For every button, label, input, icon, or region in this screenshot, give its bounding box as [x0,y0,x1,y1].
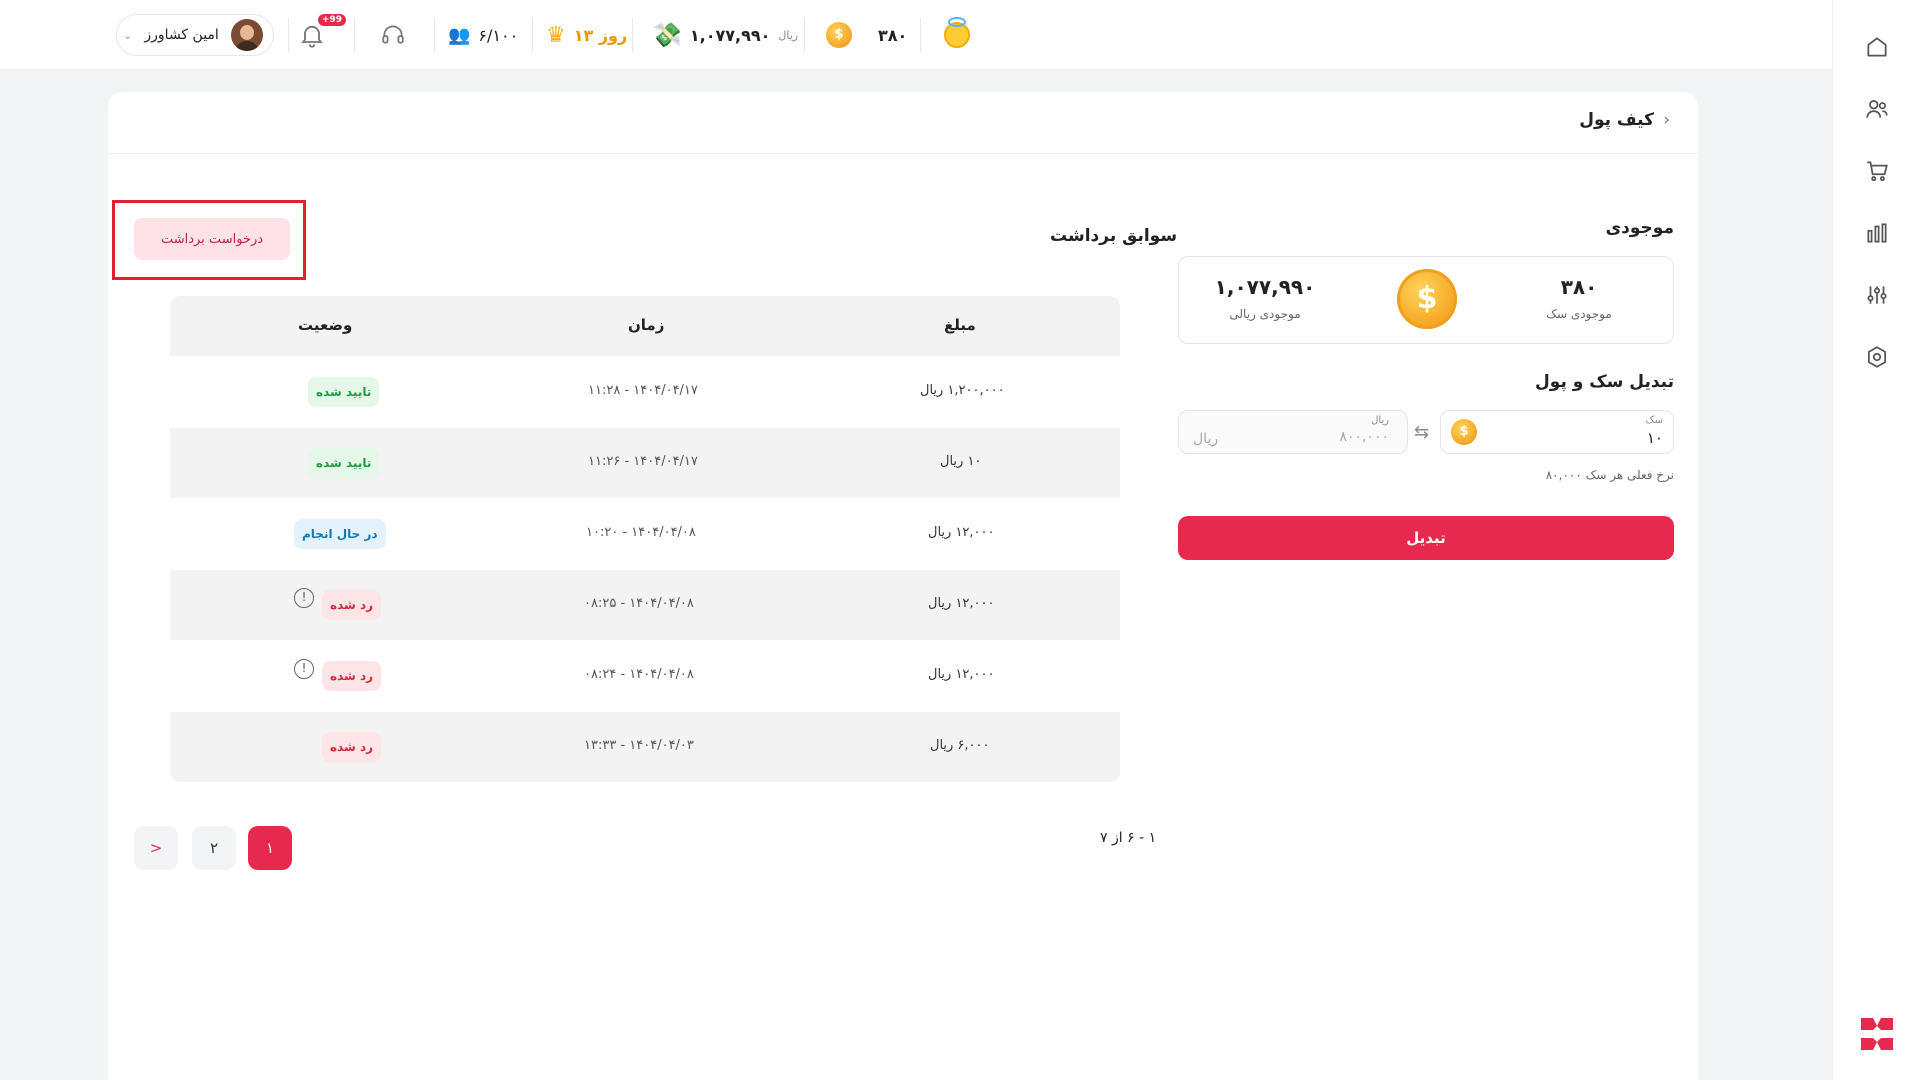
rial-amount-field[interactable]: ریال ۸۰۰,۰۰۰ ریال [1178,410,1408,454]
page-1-button[interactable]: ۱ [248,826,292,870]
withdrawals-table: مبلغ زمان وضعیت ۱,۲۰۰,۰۰۰ ریال ۱۴۰۴/۰۴/۱… [170,296,1120,782]
page-2-button[interactable]: ۲ [192,826,236,870]
user-name: امین کشاورز [144,27,219,43]
coin-icon: $ [1451,419,1477,445]
balance-box: ۳۸۰ موجودی سک $ ۱,۰۷۷,۹۹۰ موجودی ریالی [1178,256,1674,344]
status-badge: تایید شده [308,377,380,407]
wallet-balance[interactable]: 💸 ۱,۰۷۷,۹۹۰ ریال [652,0,798,70]
rial-field-value: ۸۰۰,۰۰۰ [1339,429,1389,445]
support-icon[interactable] [380,0,406,70]
row-amount: ۱۰ ریال [940,454,982,469]
status-badge: در حال انجام [294,519,386,549]
coin-amount-field[interactable]: سک ۱۰ $ [1440,410,1674,454]
row-time: ۱۴۰۴/۰۴/۰۸ - ۰۸:۲۵ [584,596,694,611]
cart-icon[interactable] [1863,158,1891,186]
col-time: زمان [628,316,665,334]
players-count[interactable]: 👥 ۶/۱۰۰ [448,0,518,70]
status-badge: رد شده [322,590,382,620]
wallet-unit: ریال [778,28,799,42]
angel-emoji-icon [944,0,970,70]
top-bar: $ ۳۸۰ 💸 ۱,۰۷۷,۹۹۰ ریال ♛ ۱۳ روز 👥 ۶/۱۰۰ … [0,0,1832,70]
rial-field-placeholder: ریال [1193,431,1219,447]
players-icon: 👥 [448,24,471,46]
coin-balance-label: موجودی سک [1546,307,1612,321]
row-amount: ۶,۰۰۰ ریال [930,738,990,753]
table-row: ۱۰ ریال ۱۴۰۴/۰۴/۱۷ - ۱۱:۲۶ تایید شده [170,427,1120,498]
money-icon: 💸 [652,21,682,49]
rial-field-label: ریال [1371,415,1389,426]
sidebar [1832,0,1920,1080]
crown-icon: ♛ [546,22,566,48]
coin-balance-number: ۳۸۰ [1560,275,1598,299]
brand-logo-icon [1861,1018,1893,1050]
row-time: ۱۴۰۴/۰۴/۱۷ - ۱۱:۲۶ [588,454,698,469]
row-amount: ۱,۲۰۰,۰۰۰ ریال [920,383,1005,398]
table-row: ۶,۰۰۰ ریال ۱۴۰۴/۰۴/۰۳ - ۱۳:۳۳ رد شده [170,711,1120,782]
rial-balance-number: ۱,۰۷۷,۹۹۰ [1214,275,1316,299]
wallet-balance-value: ۱,۰۷۷,۹۹۰ [689,25,771,45]
swap-icon[interactable]: ⇆ [1414,422,1429,443]
chevron-right-icon[interactable]: › [1663,110,1670,130]
row-amount: ۱۲,۰۰۰ ریال [928,667,995,682]
coin-icon: $ [1397,269,1457,329]
subscription-value: ۱۳ روز [573,25,628,45]
history-title: سوابق برداشت [1050,226,1178,246]
col-amount: مبلغ [944,316,976,334]
conversion-title: تبدیل سک و پول [1535,372,1674,392]
info-icon[interactable]: ! [294,659,314,679]
table-row: ۱۲,۰۰۰ ریال ۱۴۰۴/۰۴/۰۸ - ۱۰:۲۰ در حال ان… [170,498,1120,569]
info-icon[interactable]: ! [294,588,314,608]
table-header: مبلغ زمان وضعیت [170,296,1120,356]
withdraw-request-button[interactable]: درخواست برداشت [134,218,290,260]
pagination-summary: ۱ - ۶ از ۷ [1100,830,1157,846]
chevron-down-icon: ⌄ [123,28,133,42]
coin-balance[interactable]: $ ۳۸۰ [826,0,907,70]
user-menu[interactable]: امین کشاورز ⌄ [116,14,274,56]
card-header: › کیف پول [108,92,1698,154]
home-icon[interactable] [1863,34,1891,62]
avatar [231,19,263,51]
row-amount: ۱۲,۰۰۰ ریال [928,596,995,611]
next-page-button[interactable]: > [134,826,178,870]
row-amount: ۱۲,۰۰۰ ریال [928,525,995,540]
table-row: ۱۲,۰۰۰ ریال ۱۴۰۴/۰۴/۰۸ - ۰۸:۲۴ رد شده ! [170,640,1120,711]
status-badge: تایید شده [308,448,380,478]
notifications-badge: +99 [318,14,347,26]
settings-icon[interactable] [1863,344,1891,372]
sliders-icon[interactable] [1863,282,1891,310]
users-icon[interactable] [1863,96,1891,124]
notifications-button[interactable]: +99 [298,0,347,70]
row-time: ۱۴۰۴/۰۴/۰۳ - ۱۳:۳۳ [584,738,694,753]
status-badge: رد شده [322,732,382,762]
page-title: کیف پول [1579,110,1654,130]
wallet-card: › کیف پول موجودی ۳۸۰ موجودی سک $ ۱,۰۷۷,۹… [108,92,1698,1080]
rial-balance-label: موجودی ریالی [1229,307,1301,321]
row-time: ۱۴۰۴/۰۴/۰۸ - ۰۸:۲۴ [584,667,694,682]
row-time: ۱۴۰۴/۰۴/۰۸ - ۱۰:۲۰ [586,525,696,540]
subscription-days[interactable]: ♛ ۱۳ روز [546,0,627,70]
table-row: ۱,۲۰۰,۰۰۰ ریال ۱۴۰۴/۰۴/۱۷ - ۱۱:۲۸ تایید … [170,356,1120,427]
balance-title: موجودی [1605,218,1674,238]
rate-text: نرخ فعلی هر سک ۸۰,۰۰۰ [1545,468,1674,482]
table-row: ۱۲,۰۰۰ ریال ۱۴۰۴/۰۴/۰۸ - ۰۸:۲۵ رد شده ! [170,569,1120,640]
coin-field-value: ۱۰ [1646,429,1663,447]
status-badge: رد شده [322,661,382,691]
coin-balance-value: ۳۸۰ [878,25,908,45]
coin-field-label: سک [1645,415,1663,426]
players-value: ۶/۱۰۰ [478,25,519,45]
col-status: وضعیت [298,316,353,334]
row-time: ۱۴۰۴/۰۴/۱۷ - ۱۱:۲۸ [588,383,698,398]
chart-icon[interactable] [1863,220,1891,248]
coin-icon: $ [826,22,852,48]
convert-button[interactable]: تبدیل [1178,516,1674,560]
